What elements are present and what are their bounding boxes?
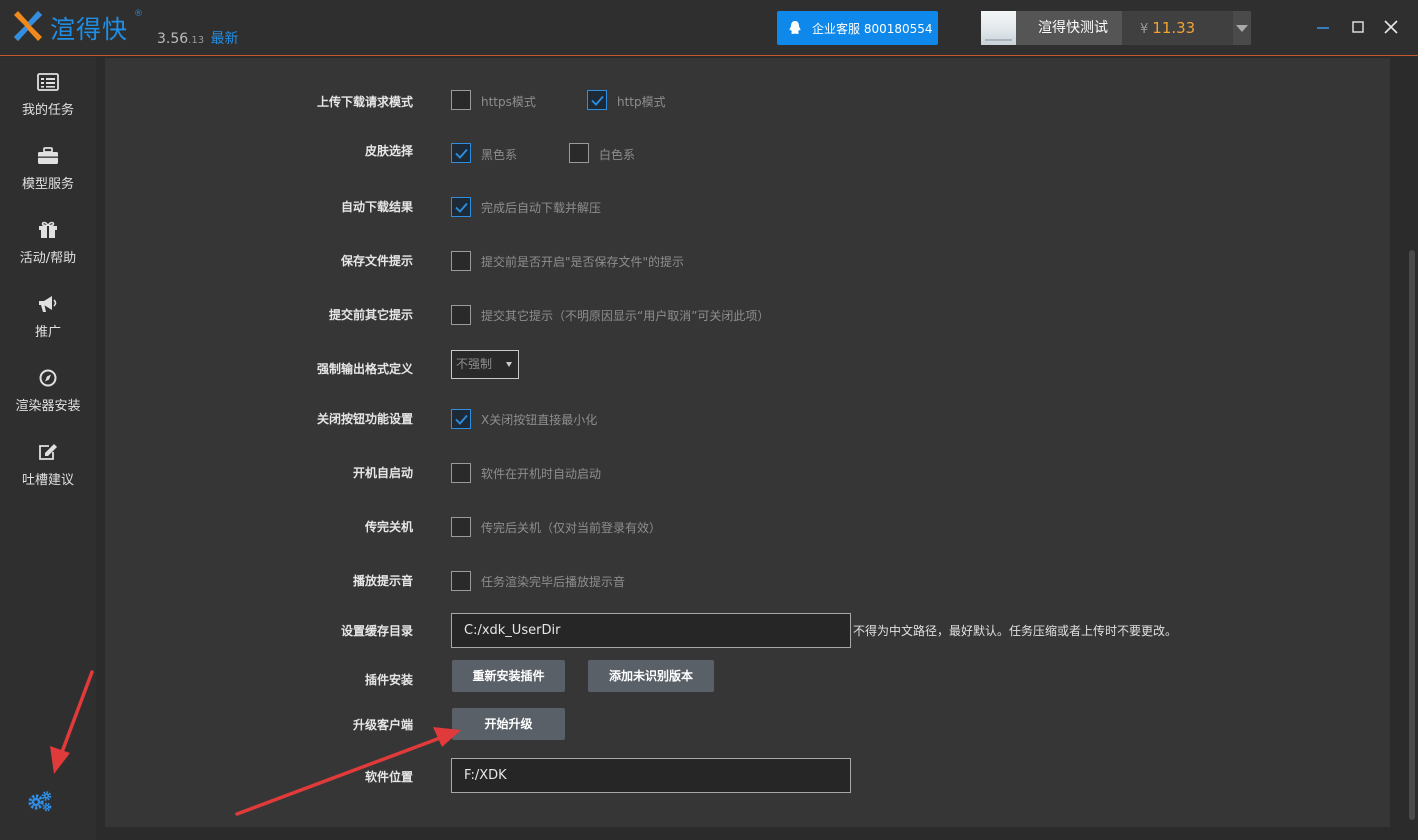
force-format-select[interactable]: 不强制 [451, 350, 519, 379]
save-prompt-text: 提交前是否开启"是否保存文件"的提示 [481, 255, 685, 269]
briefcase-icon [38, 147, 58, 164]
sidebar-item-promotion[interactable]: 推广 [0, 295, 96, 367]
sidebar: 我的任务 模型服务 活动/帮助 推广 渲染器安装 吐槽建议 [0, 57, 96, 840]
other-prompt-label: 提交前其它提示 [328, 308, 413, 322]
start-upgrade-button[interactable]: 开始升级 [452, 708, 565, 740]
autostart-checkbox[interactable] [451, 463, 471, 483]
shutdown-label: 传完关机 [364, 520, 413, 534]
software-location-input[interactable]: F:/XDK [451, 758, 851, 793]
currency-symbol: ¥ [1140, 22, 1149, 37]
http-mode-text: http模式 [617, 95, 666, 109]
sidebar-item-label: 我的任务 [21, 103, 74, 118]
save-prompt-checkbox[interactable] [451, 251, 471, 271]
sidebar-item-my-tasks[interactable]: 我的任务 [0, 73, 96, 145]
sound-label: 播放提示音 [352, 574, 413, 588]
add-unrecognized-version-button[interactable]: 添加未识别版本 [588, 660, 714, 692]
dark-skin-text: 黑色系 [481, 148, 518, 162]
autostart-text: 软件在开机时自动启动 [481, 467, 602, 481]
version-info: 3.56.13 最新 [157, 28, 239, 48]
force-format-label: 强制输出格式定义 [316, 362, 413, 376]
edit-icon [39, 444, 57, 460]
close-icon [1384, 20, 1398, 34]
auto-download-checkbox[interactable] [451, 197, 471, 217]
checkmark-icon [455, 202, 468, 213]
light-skin-text: 白色系 [599, 148, 636, 162]
version-build: .13 [188, 35, 205, 46]
upgrade-client-label: 升级客户端 [352, 718, 413, 732]
http-mode-checkbox[interactable] [587, 90, 607, 110]
registered-mark: ® [134, 9, 143, 19]
https-mode-checkbox[interactable] [451, 90, 471, 110]
balance-amount: 11.33 [1152, 19, 1196, 37]
avatar[interactable] [981, 11, 1016, 45]
app-logo-icon [14, 11, 42, 41]
cache-dir-input[interactable]: C:/xdk_UserDir [451, 613, 851, 648]
avatar-caption-line [985, 39, 1012, 41]
customer-service-button[interactable]: 企业客服 800180554 [777, 11, 938, 45]
shutdown-text: 传完后关机（仅对当前登录有效） [481, 521, 662, 535]
compass-icon [39, 369, 57, 387]
app-name: 渲得快 [50, 15, 129, 44]
app-window: 渲得快 ® 3.56.13 最新 企业客服 800180554 渲得快测试 ¥1… [0, 0, 1418, 840]
sidebar-item-label: 渲染器安装 [15, 399, 81, 414]
minimize-button[interactable] [1310, 14, 1336, 40]
checkmark-icon [591, 95, 604, 106]
software-location-label: 软件位置 [364, 770, 413, 784]
cache-dir-hint: 不得为中文路径，最好默认。任务压缩或者上传时不要更改。 [853, 624, 1178, 638]
version-number: 3.56 [157, 31, 189, 47]
sidebar-item-model-service[interactable]: 模型服务 [0, 147, 96, 219]
upload-mode-label: 上传下载请求模式 [316, 95, 413, 109]
autostart-label: 开机自启动 [352, 466, 413, 480]
dark-skin-checkbox[interactable] [451, 143, 471, 163]
sidebar-item-renderer-install[interactable]: 渲染器安装 [0, 369, 96, 441]
plugin-install-label: 插件安装 [364, 673, 413, 687]
megaphone-icon [39, 296, 57, 312]
task-list-icon [37, 73, 59, 91]
checkmark-icon [455, 414, 468, 425]
https-mode-text: https模式 [481, 95, 536, 109]
sidebar-item-activity-help[interactable]: 活动/帮助 [0, 221, 96, 293]
other-prompt-checkbox[interactable] [451, 305, 471, 325]
bottom-strip [96, 827, 1418, 840]
gift-icon [39, 221, 57, 238]
qq-icon [789, 21, 801, 34]
skin-label: 皮肤选择 [364, 144, 413, 158]
sidebar-item-feedback[interactable]: 吐槽建议 [0, 443, 96, 515]
minimize-icon [1317, 27, 1329, 29]
customer-service-label: 企业客服 800180554 [812, 21, 933, 36]
close-button[interactable] [1378, 14, 1404, 40]
username[interactable]: 渲得快测试 [1016, 11, 1122, 45]
close-button-setting-label: 关闭按钮功能设置 [316, 412, 413, 426]
light-skin-checkbox[interactable] [569, 143, 589, 163]
cache-dir-label: 设置缓存目录 [340, 624, 413, 638]
save-prompt-label: 保存文件提示 [340, 254, 413, 268]
version-status: 最新 [210, 31, 239, 47]
sidebar-item-label: 推广 [34, 325, 61, 340]
settings-panel [105, 57, 1390, 827]
sound-text: 任务渲染完毕后播放提示音 [481, 575, 626, 589]
shutdown-checkbox[interactable] [451, 517, 471, 537]
maximize-button[interactable] [1345, 14, 1371, 40]
auto-download-text: 完成后自动下载并解压 [481, 201, 602, 215]
scrollbar-thumb[interactable] [1409, 250, 1415, 820]
account-panel[interactable]: 渲得快测试 ¥11.33 [981, 11, 1251, 45]
checkmark-icon [455, 148, 468, 159]
auto-download-label: 自动下载结果 [340, 200, 413, 214]
sound-checkbox[interactable] [451, 571, 471, 591]
reinstall-plugin-button[interactable]: 重新安装插件 [452, 660, 565, 692]
settings-gears-icon[interactable] [27, 790, 53, 812]
sidebar-item-label: 活动/帮助 [19, 251, 77, 266]
account-dropdown-button[interactable] [1233, 11, 1251, 45]
force-format-value: 不强制 [456, 357, 493, 371]
sidebar-item-label: 吐槽建议 [21, 473, 74, 488]
title-bar: 渲得快 ® 3.56.13 最新 企业客服 800180554 渲得快测试 ¥1… [0, 0, 1418, 56]
chevron-down-icon [1236, 24, 1248, 32]
minimize-on-close-text: X关闭按钮直接最小化 [481, 413, 598, 427]
balance: ¥11.33 [1122, 11, 1214, 45]
minimize-on-close-checkbox[interactable] [451, 409, 471, 429]
sidebar-item-label: 模型服务 [21, 177, 74, 192]
dropdown-arrow-icon [506, 362, 512, 367]
maximize-icon [1352, 21, 1364, 33]
other-prompt-text: 提交其它提示（不明原因显示“用户取消”可关闭此项） [481, 309, 770, 323]
